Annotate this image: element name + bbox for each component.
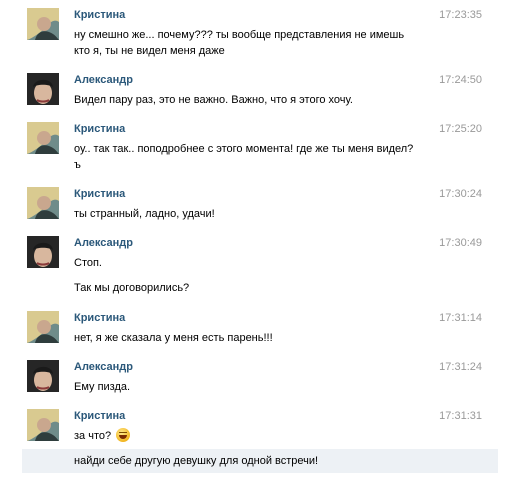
message-author[interactable]: Кристина xyxy=(74,8,125,22)
message-time: 17:25:20 xyxy=(439,123,482,135)
message-line: Ему пизда. xyxy=(74,381,131,393)
message-item: Кристина 17:23:35 ну смешно же... почему… xyxy=(0,8,522,58)
pending-message-row: найди себе другую девушку для одной встр… xyxy=(22,449,498,473)
message-item: Кристина 17:25:20 оу.. так так.. поподро… xyxy=(0,122,522,172)
message-text: Так мы договорились? xyxy=(74,280,426,296)
message-item: Александр 17:30:49 Стоп. Так мы договори… xyxy=(0,236,522,298)
message-author[interactable]: Александр xyxy=(74,236,133,250)
message-text: нет, я же сказала у меня есть парень!!! xyxy=(74,330,426,346)
message-text: за что? xyxy=(74,428,426,444)
message-text: Видел пару раз, это не важно. Важно, что… xyxy=(74,92,426,108)
kristina-avatar[interactable] xyxy=(27,187,59,219)
message-author[interactable]: Кристина xyxy=(74,311,125,325)
message-time: 17:24:50 xyxy=(439,74,482,86)
message-text: оу.. так так.. поподробнее с этого момен… xyxy=(74,141,432,173)
message-line: Так мы договорились? xyxy=(74,282,190,294)
message-author[interactable]: Александр xyxy=(74,73,133,87)
message-item: Кристина 17:30:24 ты странный, ладно, уд… xyxy=(0,187,522,223)
pending-message-text: найди себе другую девушку для одной встр… xyxy=(74,455,319,467)
message-line: ъ xyxy=(74,159,81,171)
message-time: 17:23:35 xyxy=(439,9,482,21)
laughing-smiley-icon xyxy=(116,428,131,442)
message-line: за что? xyxy=(74,430,112,442)
message-author[interactable]: Кристина xyxy=(74,187,125,201)
message-text: Стоп. xyxy=(74,255,426,271)
message-line: ты странный, ладно, удачи! xyxy=(74,208,215,220)
message-item: Кристина 17:31:31 за что? xyxy=(0,409,522,445)
aleksandr-avatar[interactable] xyxy=(27,360,59,392)
message-text: Ему пизда. xyxy=(74,379,426,395)
message-line: нет, я же сказала у меня есть парень!!! xyxy=(74,332,273,344)
message-time: 17:31:31 xyxy=(439,410,482,422)
message-time: 17:31:24 xyxy=(439,361,482,373)
message-text: ну смешно же... почему??? ты вообще пред… xyxy=(74,27,426,59)
message-line: кто я, ты не видел меня даже xyxy=(74,45,225,57)
kristina-avatar[interactable] xyxy=(27,311,59,343)
message-line: ну смешно же... почему??? ты вообще пред… xyxy=(74,29,405,41)
message-line: оу.. так так.. поподробнее с этого момен… xyxy=(74,143,414,155)
message-time: 17:30:49 xyxy=(439,237,482,249)
message-item: Александр 17:24:50 Видел пару раз, это н… xyxy=(0,73,522,109)
kristina-avatar[interactable] xyxy=(27,8,59,40)
kristina-avatar[interactable] xyxy=(27,122,59,154)
kristina-avatar[interactable] xyxy=(27,409,59,441)
message-line: Стоп. xyxy=(74,257,102,269)
aleksandr-avatar[interactable] xyxy=(27,236,59,268)
message-author[interactable]: Александр xyxy=(74,360,133,374)
message-item: Александр 17:31:24 Ему пизда. xyxy=(0,360,522,396)
message-line: Видел пару раз, это не важно. Важно, что… xyxy=(74,94,353,106)
aleksandr-avatar[interactable] xyxy=(27,73,59,105)
message-author[interactable]: Кристина xyxy=(74,409,125,423)
message-time: 17:30:24 xyxy=(439,188,482,200)
message-text: ты странный, ладно, удачи! xyxy=(74,206,426,222)
message-author[interactable]: Кристина xyxy=(74,122,125,136)
message-time: 17:31:14 xyxy=(439,312,482,324)
message-item: Кристина 17:31:14 нет, я же сказала у ме… xyxy=(0,311,522,347)
